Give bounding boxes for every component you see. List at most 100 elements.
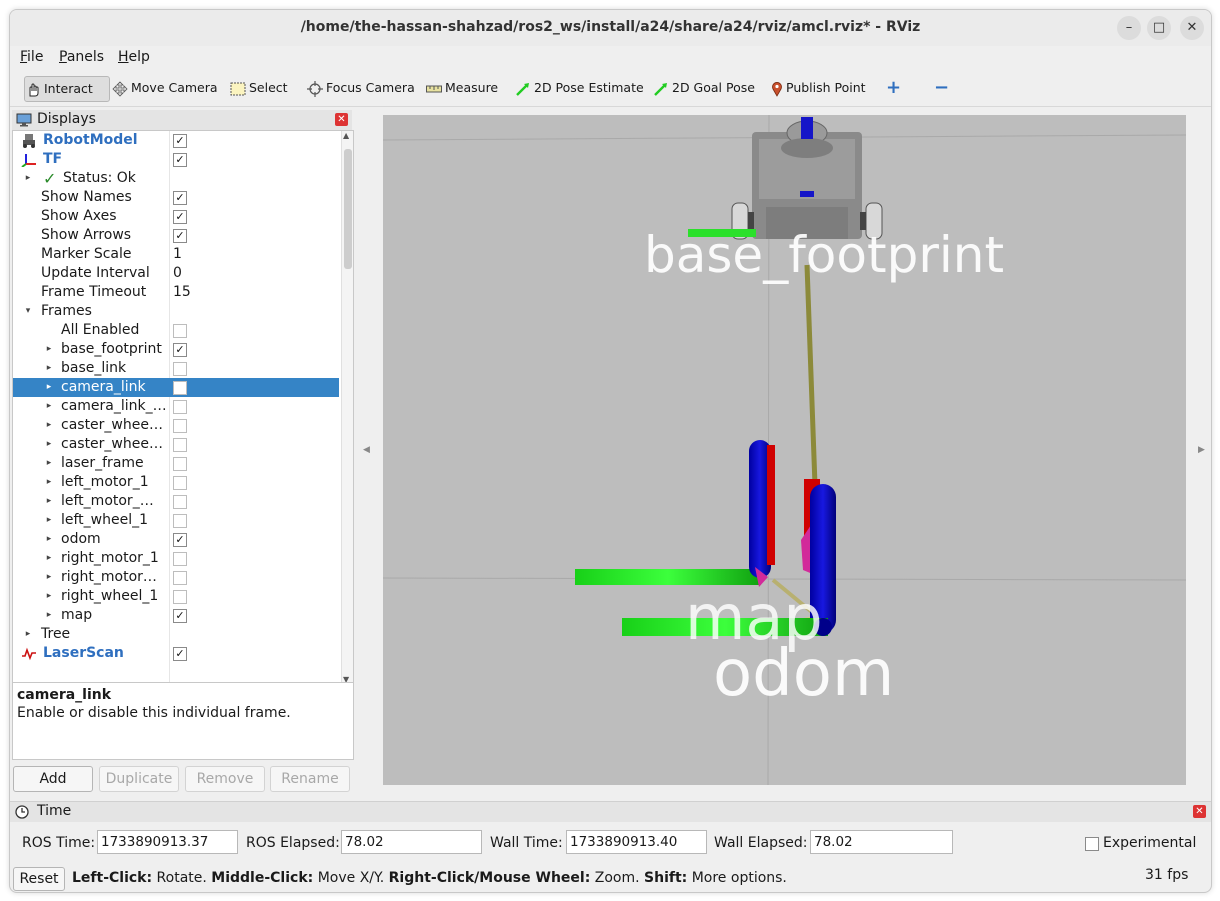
tree-row[interactable]: Show Names ✓: [13, 188, 339, 207]
tree-row[interactable]: ▸ left_motor_1: [13, 473, 339, 492]
expand-arrow-icon[interactable]: ▸: [44, 511, 54, 530]
ros-time-field[interactable]: 1733890913.37: [97, 830, 238, 854]
tree-row[interactable]: All Enabled: [13, 321, 339, 340]
tree-row[interactable]: ▸ base_footprint ✓: [13, 340, 339, 359]
enable-checkbox[interactable]: ✓: [173, 609, 187, 623]
expand-arrow-icon[interactable]: ▸: [44, 587, 54, 606]
enable-checkbox[interactable]: [173, 571, 187, 585]
enable-checkbox[interactable]: [173, 362, 187, 376]
enable-checkbox[interactable]: [173, 419, 187, 433]
tree-row[interactable]: Update Interval 0: [13, 264, 339, 283]
add-tool-button[interactable]: +: [886, 76, 901, 100]
expand-arrow-icon[interactable]: ▸: [44, 340, 54, 359]
minimize-button[interactable]: –: [1117, 16, 1141, 40]
enable-checkbox[interactable]: [173, 438, 187, 452]
tree-row[interactable]: Show Axes ✓: [13, 207, 339, 226]
enable-checkbox[interactable]: ✓: [173, 533, 187, 547]
tree-row[interactable]: ▸ laser_frame: [13, 454, 339, 473]
menu-help[interactable]: Help: [118, 49, 150, 65]
menu-file[interactable]: File: [20, 49, 43, 65]
property-value[interactable]: 0: [173, 264, 182, 283]
tree-row[interactable]: ▸ left_motor_…: [13, 492, 339, 511]
expand-arrow-icon[interactable]: ▸: [44, 454, 54, 473]
expand-arrow-icon[interactable]: ▸: [23, 169, 33, 188]
tree-row[interactable]: ▸ map ✓: [13, 606, 339, 625]
enable-checkbox[interactable]: ✓: [173, 210, 187, 224]
publish-point-tool[interactable]: Publish Point: [771, 76, 866, 100]
experimental-checkbox[interactable]: [1085, 837, 1099, 851]
expand-arrow-icon[interactable]: ▸: [44, 492, 54, 511]
tree-row[interactable]: ▸ ✓ Status: Ok: [13, 169, 339, 188]
collapse-right-icon[interactable]: ▶: [1198, 445, 1205, 455]
enable-checkbox[interactable]: ✓: [173, 191, 187, 205]
render-canvas[interactable]: base_footprint map odom: [383, 115, 1186, 785]
tree-row[interactable]: ▸ left_wheel_1: [13, 511, 339, 530]
enable-checkbox[interactable]: ✓: [173, 153, 187, 167]
enable-checkbox[interactable]: ✓: [173, 343, 187, 357]
enable-checkbox[interactable]: [173, 495, 187, 509]
tree-row[interactable]: ▸ caster_whee…: [13, 435, 339, 454]
enable-checkbox[interactable]: ✓: [173, 229, 187, 243]
tree-row[interactable]: Frame Timeout 15: [13, 283, 339, 302]
tree-row[interactable]: ▸ Tree: [13, 625, 339, 644]
tree-row[interactable]: ▸ base_link: [13, 359, 339, 378]
expand-arrow-icon[interactable]: ▸: [44, 530, 54, 549]
enable-checkbox[interactable]: [173, 324, 187, 338]
expand-arrow-icon[interactable]: ▸: [44, 435, 54, 454]
duplicate-button[interactable]: Duplicate: [99, 766, 179, 792]
enable-checkbox[interactable]: [173, 381, 187, 395]
enable-checkbox[interactable]: [173, 514, 187, 528]
expand-arrow-icon[interactable]: ▸: [44, 378, 54, 397]
ros-elapsed-field[interactable]: 78.02: [341, 830, 482, 854]
remove-tool-button[interactable]: −: [934, 76, 949, 100]
tree-row[interactable]: ▸ caster_whee…: [13, 416, 339, 435]
interact-tool[interactable]: Interact: [24, 76, 110, 102]
enable-checkbox[interactable]: [173, 400, 187, 414]
reset-button[interactable]: Reset: [13, 867, 65, 891]
enable-checkbox[interactable]: [173, 552, 187, 566]
tree-row[interactable]: LaserScan ✓: [13, 644, 339, 663]
enable-checkbox[interactable]: ✓: [173, 647, 187, 661]
expand-arrow-icon[interactable]: ▸: [44, 568, 54, 587]
add-button[interactable]: Add: [13, 766, 93, 792]
tree-row[interactable]: Show Arrows ✓: [13, 226, 339, 245]
tree-row[interactable]: ▸ right_motor…: [13, 568, 339, 587]
expand-arrow-icon[interactable]: ▾: [23, 302, 33, 321]
expand-arrow-icon[interactable]: ▸: [44, 606, 54, 625]
enable-checkbox[interactable]: [173, 476, 187, 490]
close-button[interactable]: ✕: [1180, 16, 1204, 40]
enable-checkbox[interactable]: ✓: [173, 134, 187, 148]
close-panel-icon[interactable]: ✕: [335, 113, 348, 126]
tree-scrollbar[interactable]: ▲ ▼: [341, 131, 353, 687]
select-tool[interactable]: Select: [230, 76, 288, 100]
tree-row[interactable]: ▸ odom ✓: [13, 530, 339, 549]
tree-row[interactable]: TF ✓: [13, 150, 339, 169]
expand-arrow-icon[interactable]: ▸: [23, 625, 33, 644]
expand-arrow-icon[interactable]: ▸: [44, 473, 54, 492]
tree-row[interactable]: ▸ right_wheel_1: [13, 587, 339, 606]
collapse-left-icon[interactable]: ◀: [363, 445, 370, 455]
enable-checkbox[interactable]: [173, 590, 187, 604]
rename-button[interactable]: Rename: [270, 766, 350, 792]
scrollbar-thumb[interactable]: [344, 149, 352, 269]
scroll-up-icon[interactable]: ▲: [343, 131, 349, 140]
measure-tool[interactable]: Measure: [426, 76, 498, 100]
menu-panels[interactable]: Panels: [59, 49, 104, 65]
tree-row[interactable]: Marker Scale 1: [13, 245, 339, 264]
enable-checkbox[interactable]: [173, 457, 187, 471]
tree-row[interactable]: ▸ camera_link: [13, 378, 339, 397]
tree-row[interactable]: RobotModel ✓: [13, 131, 339, 150]
move-camera-tool[interactable]: Move Camera: [112, 76, 218, 100]
remove-button[interactable]: Remove: [185, 766, 265, 792]
tree-row[interactable]: ▸ right_motor_1: [13, 549, 339, 568]
wall-time-field[interactable]: 1733890913.40: [566, 830, 707, 854]
wall-elapsed-field[interactable]: 78.02: [810, 830, 953, 854]
expand-arrow-icon[interactable]: ▸: [44, 549, 54, 568]
expand-arrow-icon[interactable]: ▸: [44, 416, 54, 435]
focus-camera-tool[interactable]: Focus Camera: [307, 76, 415, 100]
tree-row[interactable]: ▸ camera_link_…: [13, 397, 339, 416]
expand-arrow-icon[interactable]: ▸: [44, 397, 54, 416]
property-value[interactable]: 1: [173, 245, 182, 264]
goal-pose-tool[interactable]: 2D Goal Pose: [653, 76, 755, 100]
3d-viewport[interactable]: base_footprint map odom: [383, 115, 1186, 785]
